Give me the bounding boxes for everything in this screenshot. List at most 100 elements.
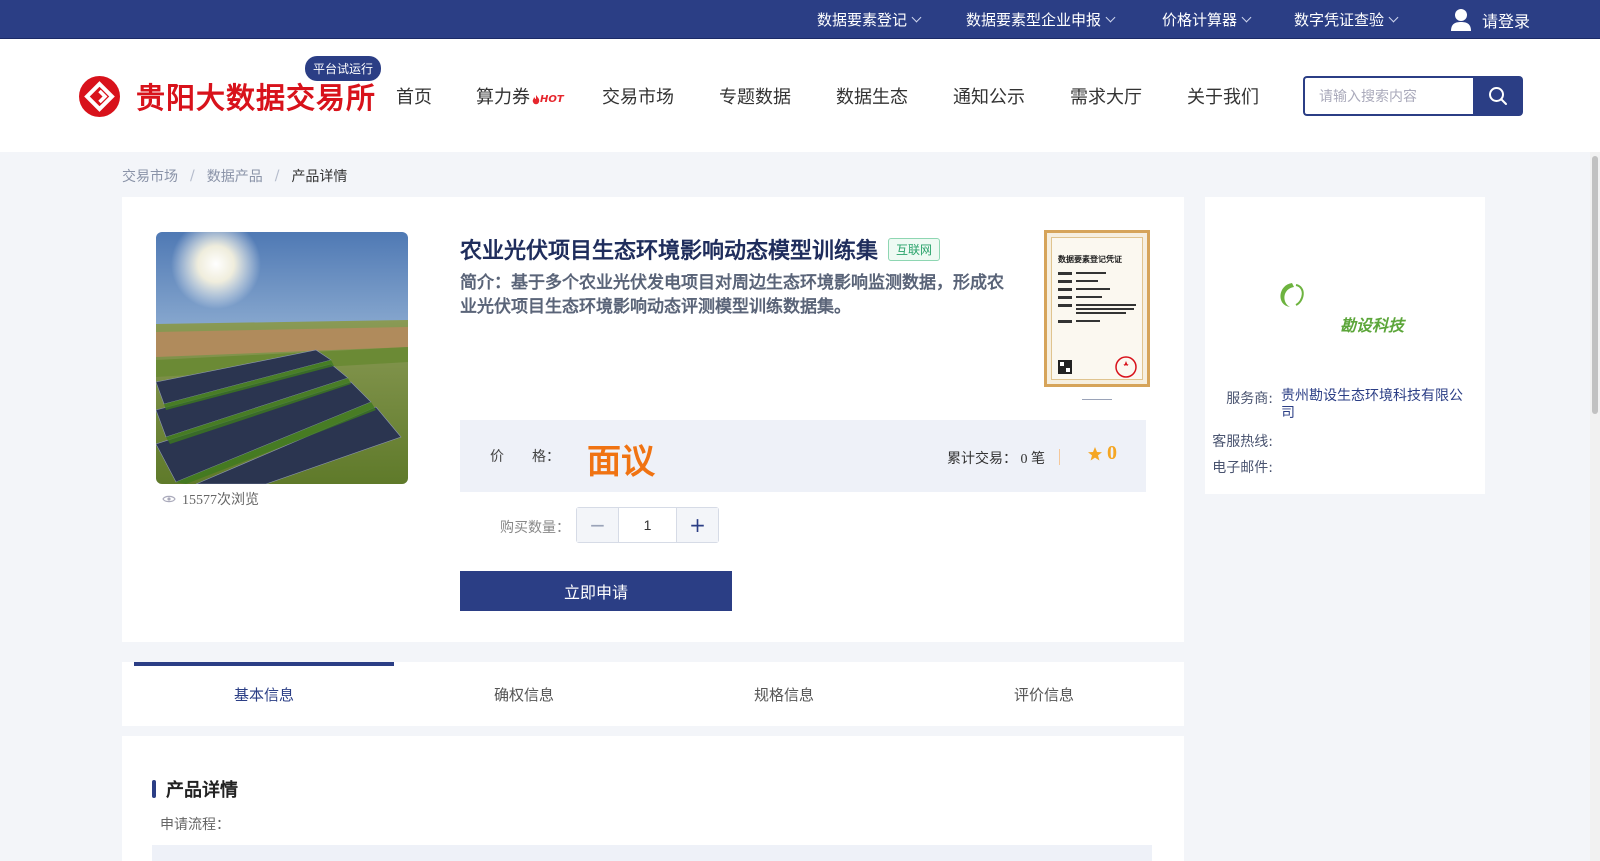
quantity-stepper: − + bbox=[576, 507, 719, 543]
search-icon bbox=[1489, 87, 1507, 105]
tab-label: 评价信息 bbox=[1013, 685, 1074, 704]
chevron-down-icon bbox=[1388, 12, 1399, 23]
divider bbox=[1059, 449, 1060, 465]
hotline-value bbox=[1281, 431, 1466, 451]
nav-label: 通知公示 bbox=[953, 86, 1025, 108]
product-description: 简介：基于多个农业光伏发电项目对周边生态环境影响监测数据，形成农业光伏项目生态环… bbox=[460, 273, 1004, 317]
carousel-indicator[interactable] bbox=[1082, 399, 1112, 400]
detail-tabs: 基本信息 确权信息 规格信息 评价信息 bbox=[122, 662, 1184, 726]
breadcrumb-trading-market[interactable]: 交易市场 bbox=[122, 166, 178, 186]
rating: 0 bbox=[1087, 442, 1117, 465]
vendor-hotline-row: 客服热线: bbox=[1195, 431, 1466, 451]
quantity-label: 购买数量： bbox=[500, 520, 570, 536]
nav-label: 专题数据 bbox=[719, 86, 791, 108]
trade-count-label: 累计交易： bbox=[947, 452, 1017, 467]
process-label: 申请流程： bbox=[160, 817, 230, 833]
exchange-logo-icon[interactable] bbox=[79, 76, 120, 117]
topnav-label: 数字凭证查验 bbox=[1294, 11, 1385, 29]
apply-now-button[interactable]: 立即申请 bbox=[460, 571, 732, 611]
tab-label: 基本信息 bbox=[233, 685, 294, 704]
breadcrumb-separator: / bbox=[190, 168, 195, 184]
exchange-logo-text[interactable]: 贵阳大数据交易所 bbox=[136, 75, 376, 117]
eye-icon bbox=[162, 495, 176, 503]
topnav-data-registration[interactable]: 数据要素登记 bbox=[817, 0, 922, 39]
product-card: 15577次浏览 农业光伏项目生态环境影响动态模型训练集 互联网 简介：基于多个… bbox=[122, 197, 1184, 642]
topnav-price-calculator[interactable]: 价格计算器 bbox=[1162, 0, 1252, 39]
email-value bbox=[1281, 457, 1466, 477]
quantity-input[interactable] bbox=[619, 508, 676, 542]
tab-reviews[interactable]: 评价信息 bbox=[914, 662, 1174, 726]
scrollbar-thumb[interactable] bbox=[1592, 156, 1598, 414]
rating-value: 0 bbox=[1107, 442, 1117, 464]
vendor-email-row: 电子邮件: bbox=[1195, 457, 1466, 477]
nav-label: 交易市场 bbox=[602, 86, 674, 108]
search-input[interactable] bbox=[1303, 76, 1473, 116]
tab-basic-info[interactable]: 基本信息 bbox=[134, 662, 394, 726]
decrement-button[interactable]: − bbox=[577, 508, 619, 542]
login-label: 请登录 bbox=[1482, 11, 1531, 31]
trade-count-value: 0 笔 bbox=[1020, 452, 1046, 467]
vendor-logo[interactable]: 勘设科技 bbox=[1235, 225, 1425, 365]
product-details-section: 产品详情 申请流程： bbox=[122, 736, 1184, 861]
trade-count: 累计交易： 0 笔 bbox=[947, 448, 1045, 468]
topnav-certificate-check[interactable]: 数字凭证查验 bbox=[1294, 0, 1399, 39]
process-box bbox=[152, 845, 1152, 861]
tab-label: 规格信息 bbox=[753, 685, 814, 704]
certificate-content-graphic bbox=[1058, 272, 1137, 378]
page-scrollbar[interactable] bbox=[1590, 152, 1600, 861]
nav-home[interactable]: 首页 bbox=[396, 39, 432, 152]
breadcrumb: 交易市场 / 数据产品 / 产品详情 bbox=[122, 166, 347, 186]
nav-label: 关于我们 bbox=[1187, 86, 1259, 108]
hot-badge-label: HOT bbox=[540, 94, 564, 105]
search-button[interactable] bbox=[1473, 76, 1523, 116]
breadcrumb-current: 产品详情 bbox=[291, 169, 348, 185]
star-icon bbox=[1088, 446, 1102, 460]
topnav-enterprise-declaration[interactable]: 数据要素型企业申报 bbox=[966, 0, 1116, 39]
increment-button[interactable]: + bbox=[676, 508, 718, 542]
main-header: 贵阳大数据交易所 平台试运行 首页 算力券 HOT 交易市场 专题数据 数据生态… bbox=[0, 39, 1600, 152]
product-title-text: 农业光伏项目生态环境影响动态模型训练集 bbox=[460, 239, 879, 264]
tab-rights-info[interactable]: 确权信息 bbox=[394, 662, 654, 726]
solar-field-image bbox=[156, 232, 408, 484]
hotline-label: 客服热线: bbox=[1212, 434, 1273, 450]
vendor-logo-text: 勘设科技 bbox=[1340, 316, 1405, 335]
trial-badge: 平台试运行 bbox=[305, 56, 382, 81]
breadcrumb-data-products[interactable]: 数据产品 bbox=[207, 166, 263, 186]
nav-trading-market[interactable]: 交易市场 bbox=[602, 39, 674, 152]
email-label: 电子邮件: bbox=[1212, 460, 1273, 476]
provider-label: 服务商: bbox=[1226, 391, 1273, 407]
price-label: 价 格： bbox=[490, 450, 560, 465]
view-count-text: 15577次浏览 bbox=[182, 493, 259, 508]
nav-data-ecosystem[interactable]: 数据生态 bbox=[836, 39, 908, 152]
price-value: 面议 bbox=[587, 442, 655, 482]
chevron-down-icon bbox=[911, 12, 922, 23]
nav-announcements[interactable]: 通知公示 bbox=[953, 39, 1025, 152]
flame-icon bbox=[532, 94, 540, 104]
provider-value[interactable]: 贵州勘设生态环境科技有限公司 bbox=[1281, 388, 1466, 422]
breadcrumb-separator: / bbox=[274, 168, 280, 184]
topnav-label: 数据要素型企业申报 bbox=[966, 11, 1102, 29]
topnav-label: 数据要素登记 bbox=[817, 11, 908, 29]
certificate-body: 数据要素登记凭证 bbox=[1051, 237, 1143, 380]
nav-label: 首页 bbox=[396, 86, 432, 108]
registration-certificate[interactable]: 数据要素登记凭证 bbox=[1044, 230, 1150, 387]
chevron-down-icon bbox=[1241, 12, 1252, 23]
product-title: 农业光伏项目生态环境影响动态模型训练集 互联网 bbox=[460, 233, 941, 265]
nav-topic-data[interactable]: 专题数据 bbox=[719, 39, 791, 152]
view-count: 15577次浏览 bbox=[162, 489, 259, 509]
tab-label: 确权信息 bbox=[493, 685, 554, 704]
price-panel: 价 格： 面议 累计交易： 0 笔 0 bbox=[460, 420, 1146, 492]
category-tag: 互联网 bbox=[888, 237, 941, 261]
chevron-down-icon bbox=[1105, 12, 1116, 23]
nav-label: 需求大厅 bbox=[1070, 86, 1142, 108]
nav-about-us[interactable]: 关于我们 bbox=[1187, 39, 1259, 152]
login-link[interactable]: 请登录 bbox=[1450, 0, 1530, 39]
vendor-card: 勘设科技 服务商: 贵州勘设生态环境科技有限公司 客服热线: 电子邮件: bbox=[1205, 197, 1485, 494]
hot-badge: HOT bbox=[532, 94, 564, 105]
nav-label: 算力券 bbox=[476, 86, 530, 108]
topnav-label: 价格计算器 bbox=[1162, 11, 1238, 29]
tab-spec-info[interactable]: 规格信息 bbox=[654, 662, 914, 726]
nav-demand-hall[interactable]: 需求大厅 bbox=[1070, 39, 1142, 152]
nav-compute-voucher[interactable]: 算力券 HOT bbox=[476, 39, 564, 152]
vendor-provider-row: 服务商: 贵州勘设生态环境科技有限公司 bbox=[1207, 388, 1466, 422]
